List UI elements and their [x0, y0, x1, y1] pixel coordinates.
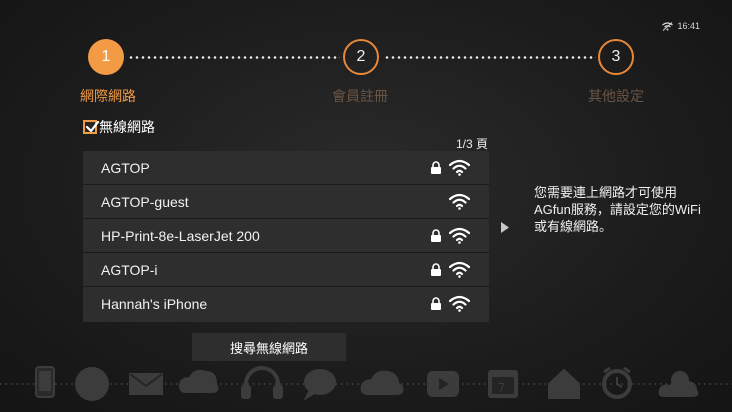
page-indicator: 1/3 頁	[455, 137, 488, 151]
network-ssid: AGTOP-guest	[101, 193, 189, 210]
app-dock-decoration: 7	[0, 366, 732, 401]
network-ssid: AGTOP	[101, 159, 150, 176]
step-2-circle: 2	[343, 39, 379, 75]
step-connector-1	[128, 56, 340, 59]
globe-icon	[75, 367, 109, 401]
wireless-checkbox[interactable]	[83, 120, 100, 134]
network-ssid: Hannah's iPhone	[101, 296, 208, 312]
step-3-circle: 3	[598, 39, 634, 75]
info-message: 您需要連上網路才可使用AGfun服務，請設定您的WiFi或有線網路。	[534, 185, 701, 234]
network-row[interactable]: AGTOP-guest	[83, 185, 489, 219]
step-3-label: 其他設定	[588, 88, 644, 104]
arrow-right-icon[interactable]	[500, 221, 510, 234]
home-icon	[548, 368, 580, 399]
svg-text:7: 7	[498, 380, 505, 395]
cloud-sync-icon	[178, 369, 219, 393]
status-bar: 16:41	[662, 21, 700, 31]
step-1-label: 網際網路	[80, 88, 136, 104]
network-ssid: HP-Print-8e-LaserJet 200	[101, 227, 260, 244]
network-row[interactable]: HP-Print-8e-LaserJet 200	[83, 219, 489, 253]
wireless-label: 無線網路	[99, 119, 155, 135]
video-icon	[427, 371, 459, 397]
alarm-clock-icon	[602, 366, 632, 399]
lock-icon	[431, 161, 441, 174]
wifi-signal-icon	[449, 193, 470, 210]
wifi-off-icon	[662, 21, 674, 31]
network-row[interactable]: AGTOP-i	[83, 253, 489, 287]
step-1-circle: 1	[88, 39, 124, 75]
cloud-icon	[360, 370, 404, 395]
lock-icon	[431, 229, 441, 242]
mail-icon	[129, 373, 163, 395]
chat-icon	[303, 369, 336, 401]
scan-wireless-button[interactable]: 搜尋無線網路	[192, 333, 346, 361]
phone-icon	[35, 366, 55, 398]
headphones-icon	[241, 366, 283, 399]
lock-icon	[431, 297, 441, 310]
network-list: AGTOP AGTOP-guest HP-Print-8e-LaserJet 2…	[83, 151, 489, 322]
wireless-toggle[interactable]: 無線網路	[83, 117, 155, 137]
wifi-signal-icon	[449, 261, 470, 278]
wifi-signal-icon	[449, 295, 470, 312]
network-row[interactable]: Hannah's iPhone	[83, 287, 489, 321]
network-row[interactable]: AGTOP	[83, 151, 489, 185]
calendar-icon: 7	[488, 370, 518, 398]
step-connector-2	[384, 56, 596, 59]
network-ssid: AGTOP-i	[101, 261, 158, 278]
clock: 16:41	[677, 21, 700, 31]
wifi-signal-icon	[449, 159, 470, 176]
wifi-signal-icon	[449, 227, 470, 244]
step-2-label: 會員註冊	[332, 88, 388, 104]
lock-icon	[431, 263, 441, 276]
checkmark-icon	[85, 120, 100, 133]
weather-icon	[658, 371, 699, 397]
